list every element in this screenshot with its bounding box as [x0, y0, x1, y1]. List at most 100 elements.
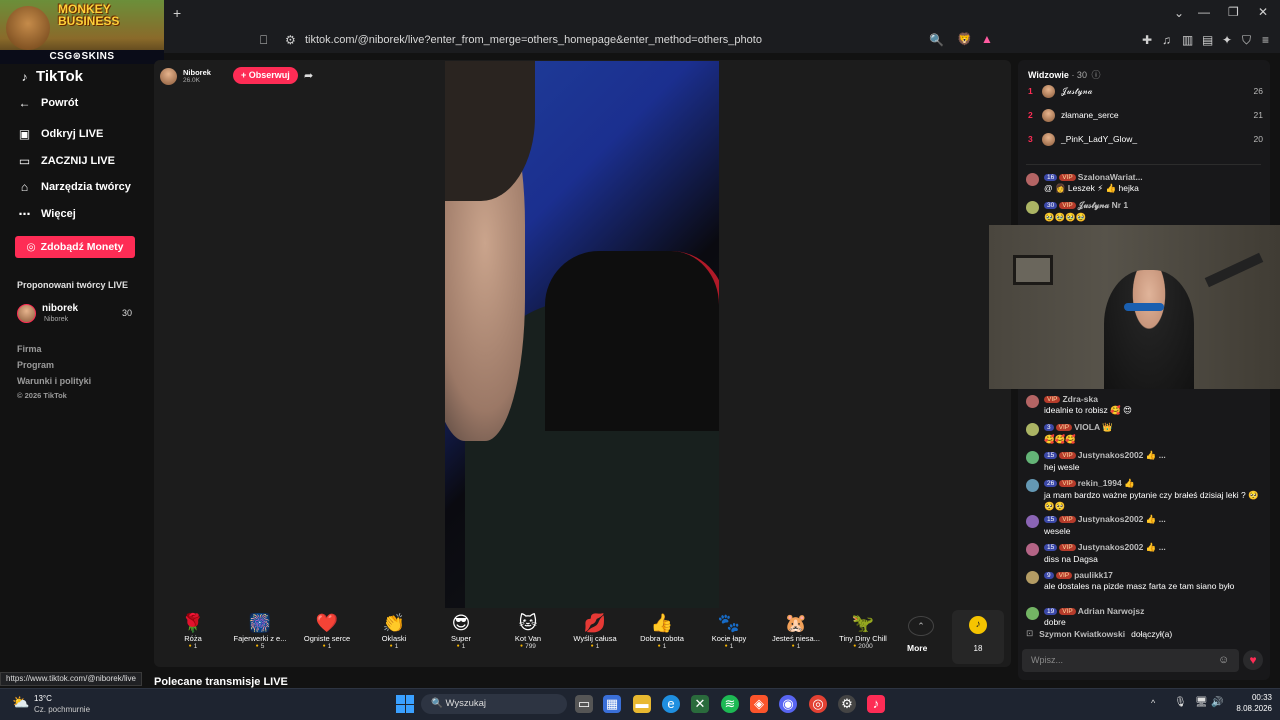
- close-window-icon[interactable]: ✕: [1258, 5, 1268, 19]
- gift-item[interactable]: 💋 Wyślij całusa 1: [562, 608, 628, 650]
- chat-message[interactable]: 15 VIP Justynakos2002 👍 ... diss na Dagsa: [1026, 542, 1266, 564]
- chat-username: SzalonaWariat...: [1077, 172, 1143, 182]
- host-info[interactable]: Niborek 26.0K: [160, 66, 211, 86]
- gift-item[interactable]: 😎 Super 1: [428, 608, 494, 650]
- footer-program-link[interactable]: Program: [17, 360, 54, 370]
- sidebar-toggle-icon[interactable]: ▥: [1182, 33, 1193, 47]
- store-icon[interactable]: ▦: [603, 695, 621, 713]
- top-viewer-row[interactable]: 1 𝒥𝓊𝓈𝓉𝓎𝓃𝒶 26: [1028, 82, 1263, 100]
- emoji-icon[interactable]: ☺: [1218, 654, 1229, 666]
- avatar: [1026, 201, 1039, 214]
- minimize-icon[interactable]: —: [1198, 5, 1210, 19]
- gift-item[interactable]: ❤️ Ogniste serce 1: [294, 608, 360, 650]
- brave-icon[interactable]: ◈: [750, 695, 768, 713]
- viewers-header[interactable]: Widzowie · 30 ⓘ: [1028, 68, 1100, 81]
- tiktok-app-icon[interactable]: ♪: [867, 695, 885, 713]
- chat-message[interactable]: 26 VIP rekin_1994 👍 ja mam bardzo ważne py…: [1026, 478, 1266, 512]
- search-icon: 🔍: [431, 698, 446, 709]
- zoom-icon[interactable]: 🔍: [929, 33, 944, 47]
- sidebar-item-start-live[interactable]: ▭ ZACZNIJ LIVE: [17, 154, 115, 168]
- brave-shields-icon[interactable]: 🦁: [957, 32, 972, 46]
- sidebar-item-creator-tools[interactable]: ⌂ Narzędzia twórcy: [17, 180, 131, 194]
- volume-icon[interactable]: 🔊: [1211, 697, 1223, 708]
- gift-item[interactable]: 🐱 Kot Van 799: [495, 608, 561, 650]
- vip-badge: VIP: [1059, 544, 1076, 551]
- chat-message[interactable]: 15 VIP Justynakos2002 👍 ... hej wesle: [1026, 450, 1266, 472]
- suggested-creator[interactable]: niborek Niborek 30: [17, 302, 137, 326]
- extensions-icon[interactable]: ✚: [1142, 33, 1152, 47]
- sidebar: ♪ TikTok ← Powrót ▣ Odkryj LIVE ▭ ZACZNI…: [0, 64, 154, 686]
- sidebar-item-discover-live[interactable]: ▣ Odkryj LIVE: [17, 127, 104, 141]
- rewards-icon[interactable]: ▲: [981, 32, 993, 46]
- chat-username: paulikk17: [1074, 570, 1113, 580]
- gifts-more-button[interactable]: More: [907, 643, 927, 653]
- chat-message[interactable]: 15 VIP Justynakos2002 👍 ... wesele: [1026, 514, 1266, 536]
- chevron-up-icon[interactable]: ⌃: [908, 616, 934, 636]
- webcam-overlay[interactable]: [989, 225, 1280, 389]
- footer-company-link[interactable]: Firma: [17, 344, 42, 354]
- avatar: [1026, 571, 1039, 584]
- spotify-icon[interactable]: ≋: [721, 695, 739, 713]
- get-coins-button[interactable]: ◎ Zdobądź Monety: [15, 236, 135, 258]
- chat-message[interactable]: 3 VIP VIOLA 👑 🥰🥰🥰: [1026, 422, 1266, 445]
- windows-start-icon[interactable]: [396, 695, 414, 713]
- tiktok-logo[interactable]: ♪ TikTok: [17, 68, 83, 85]
- top-viewer-row[interactable]: 2 złamane_serce 21: [1028, 106, 1263, 124]
- vpn-icon[interactable]: ⛉: [1242, 33, 1251, 48]
- chat-input[interactable]: Wpisz...: [1022, 649, 1239, 672]
- chat-message[interactable]: VIP Zdra-ska idealnie to robisz 🥰 😍: [1026, 394, 1266, 416]
- tray-chevron-icon[interactable]: ^: [1151, 698, 1155, 708]
- gift-name: Super: [450, 634, 471, 643]
- live-grid-icon: ▣: [18, 127, 31, 141]
- url-field[interactable]: tiktok.com/@niborek/live?enter_from_merg…: [305, 34, 762, 46]
- site-settings-icon[interactable]: ⚙: [285, 33, 296, 47]
- tab-list-icon[interactable]: ⌄: [1174, 6, 1184, 20]
- back-button[interactable]: ← Powrót: [17, 96, 79, 110]
- gift-item[interactable]: 🎆 Fajerwerki z e... 5: [227, 608, 293, 650]
- gift-item[interactable]: 🐾 Kocie łapy 1: [696, 608, 762, 650]
- chat-message[interactable]: 16 VIP SzalonaWariat... @ 👩 Leszek ⚡ 👍 hej…: [1026, 172, 1266, 194]
- gift-item[interactable]: 👏 Oklaski 1: [361, 608, 427, 650]
- promo-banner[interactable]: MONKEY BUSINESS CSG⊛SKINS: [0, 0, 164, 64]
- microphone-icon[interactable]: 🎙: [1174, 697, 1187, 708]
- home-icon: ⌂: [20, 180, 29, 194]
- edge-icon[interactable]: e: [662, 695, 680, 713]
- footer-terms-link[interactable]: Warunki i polityki: [17, 376, 91, 386]
- weather-icon[interactable]: ⛅: [12, 694, 29, 711]
- live-video[interactable]: [445, 61, 719, 608]
- menu-icon[interactable]: ≡: [1262, 33, 1269, 47]
- heart-icon[interactable]: ♥: [1243, 650, 1263, 670]
- discord-icon[interactable]: ◉: [779, 695, 797, 713]
- taskbar-search[interactable]: 🔍 Wyszukaj: [421, 694, 567, 714]
- network-icon[interactable]: 🖥: [1195, 697, 1208, 708]
- leo-ai-icon[interactable]: ✦: [1222, 33, 1232, 47]
- clock[interactable]: 00:33 8.08.2026: [1232, 693, 1272, 713]
- top-viewer-row[interactable]: 3 _PinK_LadY_Glow_ 20: [1028, 130, 1263, 148]
- gift-item[interactable]: 🌹 Róża 1: [160, 608, 226, 650]
- media-icon[interactable]: ♫: [1162, 33, 1171, 47]
- sidebar-item-more[interactable]: ⋯ Więcej: [17, 207, 76, 221]
- follow-button[interactable]: + Obserwuj: [233, 67, 298, 84]
- share-icon[interactable]: ➦: [304, 69, 313, 82]
- terminal-icon[interactable]: ✕: [691, 695, 709, 713]
- maximize-icon[interactable]: ❐: [1228, 5, 1239, 19]
- wallet-icon[interactable]: ▤: [1202, 33, 1213, 47]
- info-icon[interactable]: ⓘ: [1091, 70, 1100, 80]
- avatar: [1026, 479, 1039, 492]
- bookmark-icon[interactable]: ⎕: [260, 33, 267, 48]
- chrome-icon[interactable]: ◎: [809, 695, 827, 713]
- creator-name: niborek: [42, 303, 79, 314]
- gift-item[interactable]: 🦖 Tiny Diny Chill 2000: [830, 608, 896, 650]
- gift-item[interactable]: 🐹 Jesteś niesa... 1: [763, 608, 829, 650]
- steam-icon[interactable]: ⚙: [838, 695, 856, 713]
- coin-balance[interactable]: ♪ 18: [952, 610, 1004, 664]
- new-tab-button[interactable]: +: [173, 5, 181, 21]
- task-view-icon[interactable]: ▭: [575, 695, 593, 713]
- chat-message[interactable]: 30 VIP 𝒥𝓊𝓈𝓉𝓎𝓃𝒶 Nr 1 🥹🥹🥹🥹: [1026, 200, 1266, 223]
- promo-title: MONKEY BUSINESS: [58, 2, 120, 28]
- file-explorer-icon[interactable]: ▬: [633, 695, 651, 713]
- chat-message[interactable]: 19 VIP Adrian Narwojsz dobre: [1026, 606, 1266, 627]
- level-badge: 3: [1044, 424, 1054, 431]
- chat-message[interactable]: 9 VIP paulikk17 ale dostales na pizde masz…: [1026, 570, 1266, 591]
- gift-item[interactable]: 👍 Dobra robota 1: [629, 608, 695, 650]
